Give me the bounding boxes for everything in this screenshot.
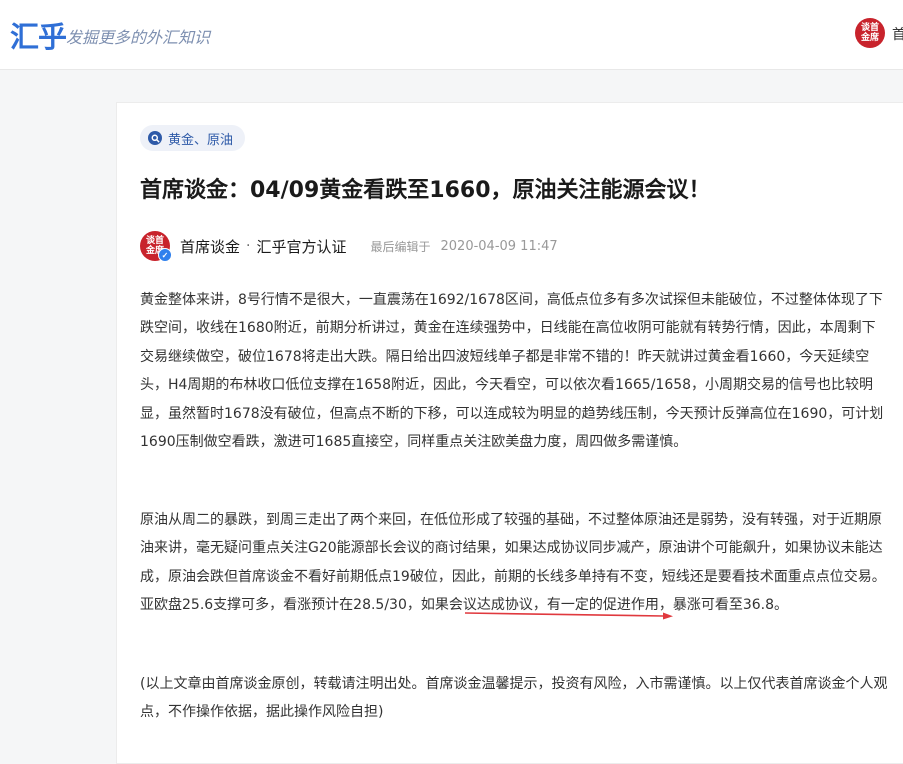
topic-tag-label: 黄金、原油 <box>168 132 234 148</box>
article-meta: 谈首 金席 ✓ 首席谈金 · 汇乎官方认证 最后编辑于 2020-04-09 1… <box>140 230 558 262</box>
user-avatar[interactable]: 谈首 金席 <box>855 18 885 48</box>
article-paragraph-disclaimer: (以上文章由首席谈金原创，转载请注明出处。首席谈金温馨提示，投资有风险，入市需谨… <box>140 676 888 721</box>
topic-tag[interactable]: 黄金、原油 <box>140 125 246 151</box>
site-slogan: 发掘更多的外汇知识 <box>66 28 211 47</box>
author-avatar[interactable]: 谈首 金席 ✓ <box>140 231 172 262</box>
site-logo[interactable]: 汇乎 <box>10 14 67 56</box>
edit-timestamp: 2020-04-09 11:47 <box>440 238 558 254</box>
article-title: 首席谈金：04/09黄金看跌至1660，原油关注能源会议！ <box>140 178 711 203</box>
verified-badge-icon: ✓ <box>158 248 172 262</box>
article-paragraph-oil: 原油从周二的暴跌，到周三走出了两个来回，在低位形成了较强的基础，不过整体原油还是… <box>140 512 886 614</box>
edit-label: 最后编辑于 <box>370 239 431 254</box>
author-name[interactable]: 首席谈金 <box>180 236 240 257</box>
user-menu-label[interactable]: 首 <box>892 24 903 44</box>
search-icon <box>148 131 162 145</box>
user-avatar-text: 谈首 金席 <box>860 23 879 43</box>
article-paragraph-gold: 黄金整体来讲，8号行情不是很大，一直震荡在1692/1678区间，高低点位多有多… <box>140 292 884 451</box>
author-certification: 汇乎官方认证 <box>256 237 347 256</box>
top-navigation-bar: 汇乎 发掘更多的外汇知识 谈首 金席 首 <box>0 0 903 70</box>
meta-separator: · <box>246 238 251 254</box>
